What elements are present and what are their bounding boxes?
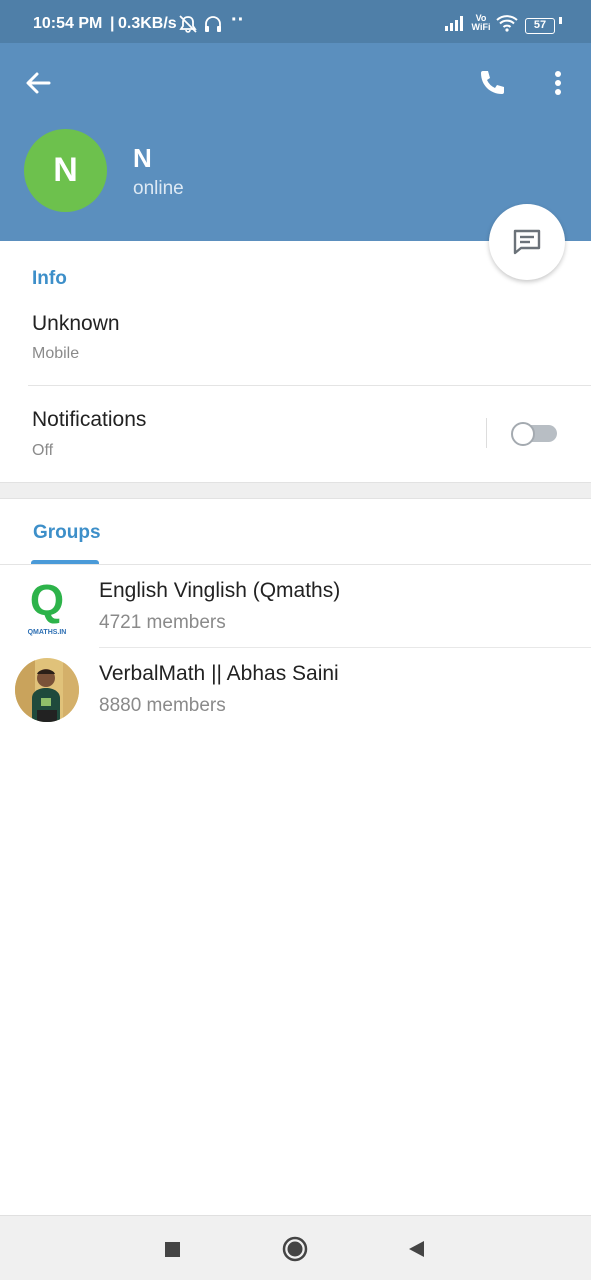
notifications-status: Off (32, 442, 54, 459)
group-list-item[interactable]: Q QMATHS.IN English Vinglish (Qmaths) 47… (0, 565, 591, 648)
volte-indicator: Vo WiFi (470, 14, 492, 32)
status-bar: 10:54 PM | 0.3KB/s ·· Vo WiFi 57 (0, 0, 591, 43)
group-avatar: Q QMATHS.IN (15, 575, 79, 639)
send-message-button[interactable] (489, 204, 565, 280)
status-speed: 0.3KB/s (118, 15, 177, 32)
group-avatar (15, 658, 79, 722)
logo-caption: QMATHS.IN (28, 629, 67, 636)
signal-icon (444, 14, 466, 37)
group-name: English Vinglish (Qmaths) (99, 579, 341, 602)
profile-status: online (133, 178, 184, 199)
profile-avatar[interactable]: N (24, 129, 107, 212)
group-members: 4721 members (99, 612, 226, 633)
phone-label: Mobile (32, 345, 80, 362)
tab-groups-label: Groups (33, 522, 101, 543)
system-nav-bar (0, 1215, 591, 1280)
group-members: 8880 members (99, 695, 226, 716)
notifications-toggle[interactable] (511, 422, 558, 446)
circle-icon (282, 1236, 308, 1262)
notifications-label: Notifications (32, 408, 147, 431)
back-button[interactable] (20, 65, 56, 101)
profile-screen: 10:54 PM | 0.3KB/s ·· Vo WiFi 57 N N onl… (0, 0, 591, 1280)
back-nav-button[interactable] (402, 1234, 432, 1264)
triangle-icon (409, 1241, 424, 1257)
tab-groups[interactable]: Groups (31, 520, 101, 566)
wifi-icon (496, 14, 518, 37)
status-time: 10:54 PM (33, 15, 103, 32)
alarm-off-icon (177, 14, 199, 39)
section-separator (0, 482, 591, 499)
person-photo-icon (15, 658, 79, 722)
info-section-title: Info (32, 268, 67, 289)
message-icon (513, 229, 541, 255)
recents-button[interactable] (157, 1234, 187, 1264)
toggle-knob (511, 422, 535, 446)
headphones-icon (203, 14, 223, 39)
phone-value[interactable]: Unknown (32, 312, 120, 336)
profile-name: N (133, 143, 152, 173)
more-notifications-icon: ·· (231, 9, 245, 31)
arrow-left-icon (26, 72, 51, 94)
more-options-button[interactable] (544, 65, 572, 101)
call-button[interactable] (474, 65, 510, 101)
phone-icon (481, 71, 504, 94)
group-name: VerbalMath || Abhas Saini (99, 662, 339, 685)
notifications-row[interactable]: Notifications Off (0, 386, 591, 482)
group-list-item[interactable]: VerbalMath || Abhas Saini 8880 members (0, 648, 591, 731)
battery-level: 57 (525, 18, 555, 34)
square-icon (165, 1242, 180, 1257)
wifi-calling-label: WiFi (471, 22, 491, 32)
status-separator: | (110, 15, 115, 32)
qmaths-logo-icon: Q QMATHS.IN (28, 576, 67, 636)
battery-icon: 57 (525, 15, 563, 34)
more-vertical-icon (555, 71, 561, 95)
logo-letter: Q (30, 576, 64, 625)
home-button[interactable] (280, 1234, 310, 1264)
vertical-divider (486, 418, 487, 448)
